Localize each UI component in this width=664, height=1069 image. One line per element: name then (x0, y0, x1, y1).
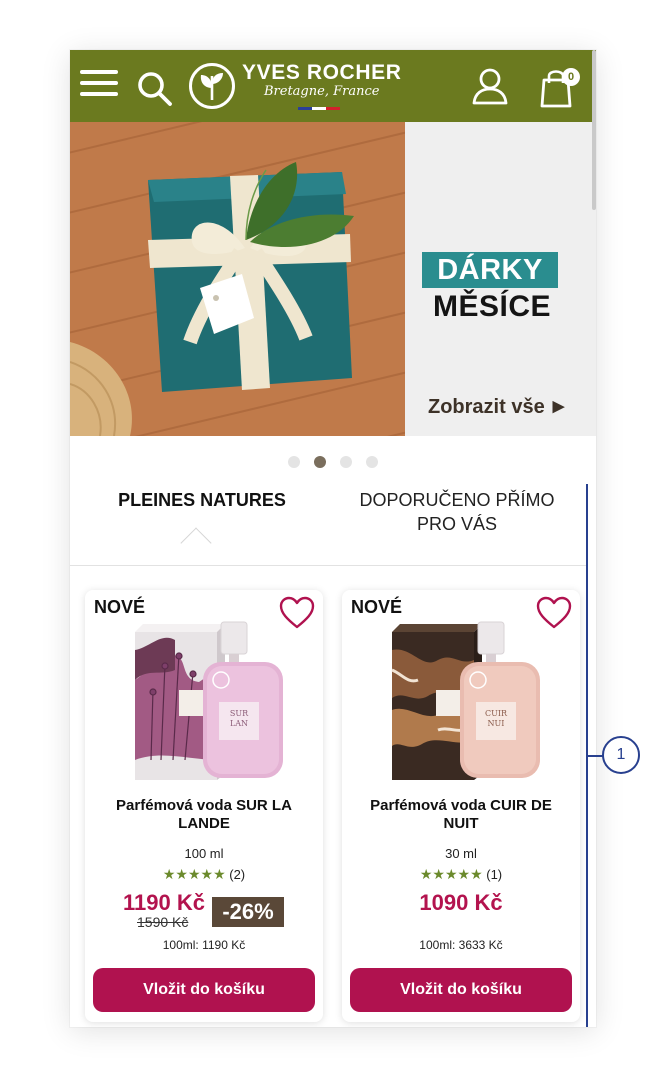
svg-text:CUIR: CUIR (485, 709, 508, 718)
old-price: 1590 Kč (137, 914, 189, 930)
review-count: (2) (229, 867, 246, 882)
annotation-marker: 1 (602, 736, 640, 774)
product-image: SUR LAN (135, 621, 283, 780)
tab-pleines-natures[interactable]: PLEINES NATURES (96, 488, 308, 512)
caret-right-icon: ▶ (552, 398, 565, 415)
carousel-dots (70, 456, 596, 468)
product-image: CUIR NUI (391, 621, 540, 780)
carousel-dot-2[interactable] (314, 456, 326, 468)
unit-price: 100ml: 3633 Kč (419, 938, 503, 952)
gift-box-photo (70, 122, 405, 436)
banner-title: MĚSÍCE (432, 290, 552, 323)
view-all-label: Zobrazit vše (428, 396, 545, 418)
promo-banner[interactable]: DÁRKY MĚSÍCE Zobrazit vše ▶ (70, 122, 596, 436)
svg-text:SUR: SUR (230, 709, 249, 718)
brand-name: YVES ROCHER (242, 61, 402, 84)
product-tabs: PLEINES NATURES DOPORUČENO PŘÍMO PRO VÁS (70, 482, 588, 566)
french-flag-stripe (298, 107, 340, 110)
product-volume: 100 ml (184, 846, 224, 861)
product-card[interactable]: NOVÉ SUR LAN Parfémová voda SUR LA LANDE… (85, 590, 323, 1022)
product-name[interactable]: Parfémová voda CUIR DE NUIT (354, 797, 568, 833)
discount-badge: -26% (212, 897, 284, 927)
svg-text:NUI: NUI (488, 719, 505, 728)
banner-tag: DÁRKY (422, 252, 558, 288)
page-scrollbar[interactable] (592, 50, 596, 210)
carousel-dot-4[interactable] (366, 456, 378, 468)
mobile-page: YVES ROCHER Bretagne, France 0 DÁRKY MĚS… (70, 50, 596, 1027)
product-rating: ★★★★★ (1) (342, 866, 580, 883)
carousel-dot-1[interactable] (288, 456, 300, 468)
menu-icon[interactable] (80, 70, 118, 100)
review-count: (1) (486, 867, 503, 882)
annotation-connector (587, 755, 603, 757)
product-card[interactable]: NOVÉ CUIR NUI Parfémová voda CUIR DE NUI… (342, 590, 580, 1022)
site-header: YVES ROCHER Bretagne, France 0 (70, 50, 596, 122)
add-to-cart-button[interactable]: Vložit do košíku (93, 968, 315, 1012)
add-to-cart-button[interactable]: Vložit do košíku (350, 968, 572, 1012)
search-icon[interactable] (136, 69, 174, 107)
view-all-link[interactable]: Zobrazit vše ▶ (428, 396, 564, 419)
unit-price: 100ml: 1190 Kč (162, 938, 246, 952)
current-price: 1190 Kč (123, 890, 205, 915)
product-name[interactable]: Parfémová voda SUR LA LANDE (97, 797, 311, 833)
product-rating: ★★★★★ (2) (85, 866, 323, 883)
carousel-dot-3[interactable] (340, 456, 352, 468)
active-tab-indicator (180, 527, 212, 559)
svg-text:LAN: LAN (230, 719, 248, 728)
rating-stars: ★★★★★ (162, 866, 226, 882)
brand-logo[interactable]: YVES ROCHER Bretagne, France (186, 60, 410, 114)
logo-leaf-icon (189, 63, 235, 109)
tab-recommended[interactable]: DOPORUČENO PŘÍMO PRO VÁS (346, 488, 568, 536)
brand-subtitle: Bretagne, France (264, 84, 380, 99)
account-icon[interactable] (470, 66, 510, 106)
cart-count-badge: 0 (562, 68, 580, 86)
product-volume: 30 ml (445, 846, 477, 861)
rating-stars: ★★★★★ (419, 866, 483, 882)
current-price: 1090 Kč (419, 890, 503, 915)
